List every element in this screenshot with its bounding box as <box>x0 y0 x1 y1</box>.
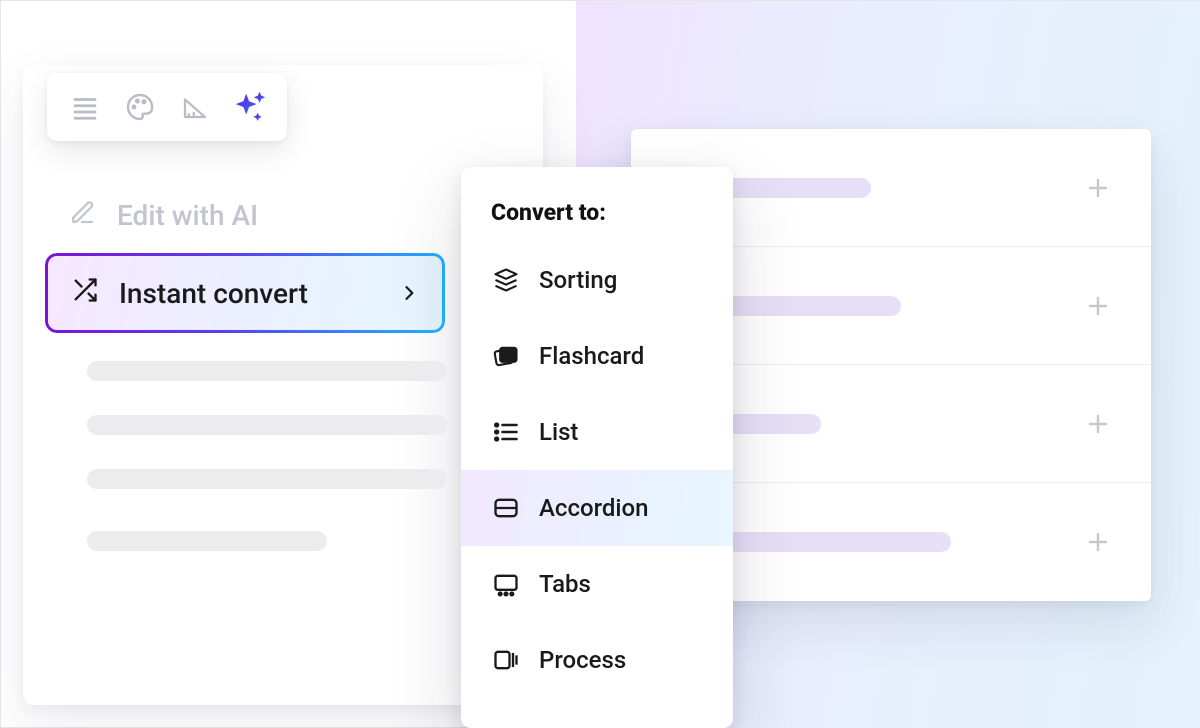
plus-icon[interactable] <box>1085 411 1111 437</box>
chevron-right-icon <box>399 277 419 310</box>
plus-icon[interactable] <box>1085 529 1111 555</box>
convert-option-label: Flashcard <box>539 342 644 370</box>
stack-icon <box>491 265 521 295</box>
flashcard-icon <box>491 341 521 371</box>
lines-icon[interactable] <box>63 85 107 129</box>
convert-option-list[interactable]: List <box>461 394 733 470</box>
content-placeholder-line <box>87 469 447 489</box>
convert-option-tabs[interactable]: Tabs <box>461 546 733 622</box>
convert-option-label: Tabs <box>539 570 591 598</box>
convert-option-label: Process <box>539 646 626 674</box>
convert-option-label: Sorting <box>539 266 617 294</box>
convert-option-sorting[interactable]: Sorting <box>461 242 733 318</box>
convert-option-process[interactable]: Process <box>461 622 733 698</box>
sparkle-icon[interactable] <box>228 85 272 129</box>
palette-icon[interactable] <box>118 85 162 129</box>
shuffle-icon <box>71 276 99 311</box>
process-icon <box>491 645 521 675</box>
tabs-icon <box>491 569 521 599</box>
instant-convert-label: Instant convert <box>119 277 308 310</box>
list-icon <box>491 417 521 447</box>
edit-with-ai-label: Edit with AI <box>117 199 258 232</box>
convert-option-accordion[interactable]: Accordion <box>461 470 733 546</box>
edit-with-ai-item[interactable]: Edit with AI <box>45 177 445 253</box>
content-placeholder-line <box>87 361 447 381</box>
content-placeholder-line <box>87 415 447 435</box>
toolbar <box>47 73 287 141</box>
convert-option-label: List <box>539 418 578 446</box>
convert-option-flashcard[interactable]: Flashcard <box>461 318 733 394</box>
convert-submenu-title: Convert to: <box>461 195 733 242</box>
instant-convert-item[interactable]: Instant convert <box>45 253 445 333</box>
ruler-icon[interactable] <box>173 85 217 129</box>
plus-icon[interactable] <box>1085 175 1111 201</box>
content-placeholder-line <box>87 531 327 551</box>
edit-icon <box>67 197 97 234</box>
convert-option-label: Accordion <box>539 494 648 522</box>
convert-submenu: Convert to: Sorting Flashcard List Accordio… <box>461 167 733 728</box>
accordion-icon <box>491 493 521 523</box>
app-stage: Edit with AI Instant convert Convert to:… <box>0 0 1200 728</box>
plus-icon[interactable] <box>1085 293 1111 319</box>
